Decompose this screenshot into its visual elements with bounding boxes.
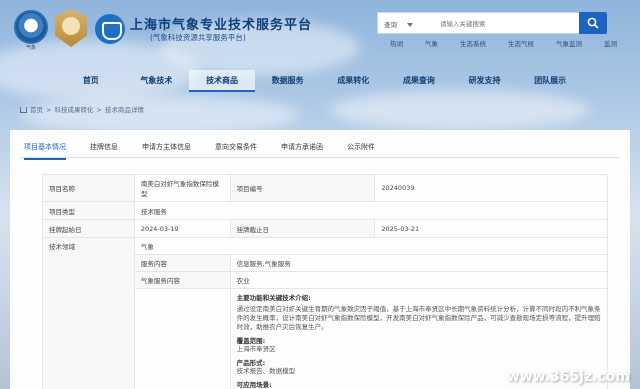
tab-applicant-commitment[interactable]: 申请方承诺函	[281, 140, 323, 158]
hot-keyword[interactable]: 气象监测	[556, 38, 582, 48]
cell-value: 气象	[133, 237, 609, 255]
nav-item-rd-support[interactable]: 研发支持	[452, 70, 518, 92]
detail-panel: 项目基本情况 挂牌信息 申请方主体信息 意向交易条件 申请方承诺函 公示附件 项…	[10, 130, 630, 389]
tab-project-basic[interactable]: 项目基本情况	[24, 140, 66, 160]
description-body: 通过设定南美白对虾关键生育期的气象致灾因子阈值，基于上海市奉贤区中长期气象资料统…	[236, 305, 601, 331]
cell-value: 20240039	[374, 174, 608, 202]
cell-label: 挂牌起始日	[42, 219, 135, 238]
search-input[interactable]	[440, 16, 575, 31]
cell-value: 南美白对虾气象指数保险模型	[133, 174, 231, 202]
nav-item-achievement-query[interactable]: 成果查询	[386, 70, 452, 92]
nav-item-home[interactable]: 首页	[58, 70, 124, 92]
cell-empty	[133, 288, 231, 389]
tab-public-attachments[interactable]: 公示附件	[347, 140, 375, 158]
cell-label: 技术领域	[42, 237, 135, 389]
cell-value: 技术服务	[133, 201, 609, 220]
cell-value: 2025-03-21	[374, 219, 608, 238]
breadcrumb-home[interactable]: 首页	[30, 106, 43, 114]
meteorological-logo-icon[interactable]	[14, 10, 48, 44]
nav-item-data-services[interactable]: 数据服务	[255, 70, 321, 92]
hot-keyword[interactable]: 监测	[604, 38, 617, 48]
cloud-decoration	[20, 95, 300, 135]
logo-caption: 气象	[25, 45, 36, 51]
table-row: 项目类型 技术服务	[42, 201, 609, 220]
hot-keywords: 热词 气象 生态系统 生态气候 气象监测 监测	[390, 38, 617, 48]
emblem-center-icon	[62, 17, 80, 35]
breadcrumb-separator: >	[96, 106, 102, 114]
cell-label: 项目类型	[42, 201, 135, 220]
cell-label: 项目名称	[42, 174, 135, 202]
home-icon	[20, 107, 27, 113]
breadcrumb-current: 技术商品详情	[104, 106, 144, 114]
tab-trade-conditions[interactable]: 意向交易条件	[215, 140, 257, 158]
cell-value: 信息服务,气象服务	[229, 254, 609, 272]
hot-keyword[interactable]: 气象	[425, 38, 438, 48]
breadcrumb-tech-transfer[interactable]: 科技成果转化	[54, 106, 93, 114]
tab-applicant-info[interactable]: 申请方主体信息	[142, 140, 191, 158]
tab-listing-info[interactable]: 挂牌信息	[90, 140, 118, 158]
hot-keyword[interactable]: 生态气候	[508, 38, 534, 48]
cell-label: 项目编号	[229, 174, 376, 202]
nav-item-meteorological-tech[interactable]: 气象技术	[124, 70, 190, 92]
description-title: 主要功能和关键技术介绍:	[236, 294, 311, 302]
cell-label: 气象服务内容	[133, 271, 231, 289]
site-header: 气象 上海市气象专业技术服务平台 (气象科技资源共享服务平台) 查询 热词 气象…	[0, 0, 640, 66]
search-category-select[interactable]: 查询	[384, 19, 413, 29]
search-icon	[587, 17, 599, 29]
search-button[interactable]	[579, 12, 607, 34]
site-title[interactable]: 上海市气象专业技术服务平台	[130, 14, 312, 33]
nav-item-tech-products[interactable]: 技术商品	[189, 70, 255, 92]
main-nav: 首页 气象技术 技术商品 数据服务 成果转化 成果查询 研发支持 团队展示	[58, 70, 583, 92]
nav-item-achievement-transfer[interactable]: 成果转化	[321, 70, 387, 92]
table-row: 项目名称 南美白对虾气象指数保险模型 项目编号 20240039	[42, 174, 608, 202]
chevron-down-icon	[407, 23, 413, 27]
site-subtitle: (气象科技资源共享服务平台)	[150, 33, 246, 42]
nav-item-team[interactable]: 团队展示	[517, 70, 583, 92]
product-form-label: 产品形式:	[236, 359, 266, 367]
search-category-label: 查询	[384, 21, 397, 29]
platform-logo-icon[interactable]	[95, 14, 125, 44]
hot-keyword[interactable]: 生态系统	[460, 38, 486, 48]
cell-value: 2024-03-19	[133, 219, 231, 238]
table-row: 挂牌起始日 2024-03-19 挂牌截止日 2025-03-21	[42, 219, 608, 238]
cloud-decoration	[330, 90, 590, 130]
cell-label: 服务内容	[133, 254, 231, 272]
table-row: 技术领域 气象	[42, 237, 609, 389]
hot-keyword-label: 热词	[390, 40, 403, 48]
project-info-table: 项目名称 南美白对虾气象指数保险模型 项目编号 20240039 项目类型 技术…	[42, 174, 609, 389]
search-box: 查询	[377, 12, 607, 34]
watermark: www.365jz.com	[506, 369, 630, 385]
cell-value: 农业	[229, 271, 609, 289]
breadcrumb-separator: >	[46, 106, 52, 114]
cell-label: 挂牌截止日	[229, 219, 376, 238]
tabs-divider	[20, 157, 620, 158]
coverage-label: 覆盖范围:	[236, 337, 266, 345]
breadcrumb: 首页 > 科技成果转化 > 技术商品详情	[20, 104, 144, 114]
detail-tabs: 项目基本情况 挂牌信息 申请方主体信息 意向交易条件 申请方承诺函 公示附件	[24, 140, 399, 160]
coverage-value: 上海市奉贤区	[236, 345, 276, 353]
